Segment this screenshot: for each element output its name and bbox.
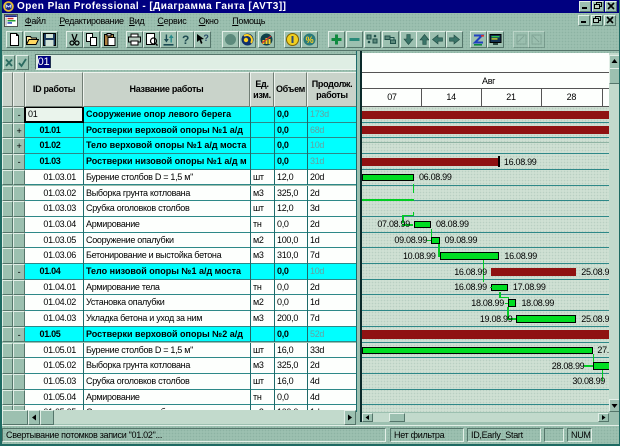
svg-text:?: ? xyxy=(182,33,189,46)
svg-text:%: % xyxy=(306,35,314,45)
svg-text:?: ? xyxy=(203,33,208,43)
